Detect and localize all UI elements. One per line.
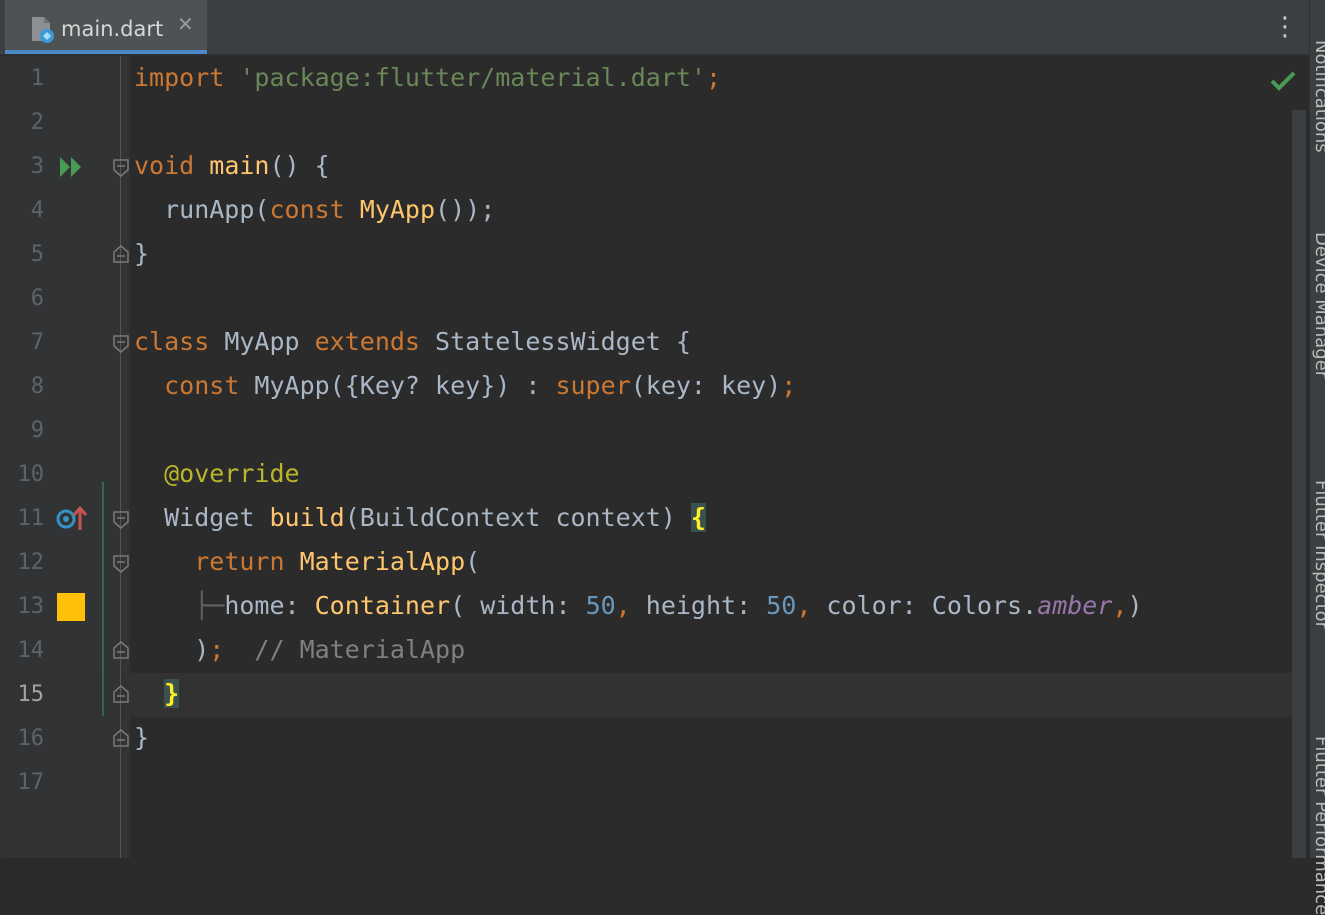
line-number: 13 [17,594,45,619]
code-line-2: 2 [0,100,1292,144]
code-line-10: 10 @override [0,452,1292,496]
line-number: 2 [30,110,44,135]
line-number: 14 [17,638,45,663]
line-number: 9 [30,418,44,443]
editor-tab-bar: main.dart ✕ ⋮ [0,0,1309,55]
fold-open-icon[interactable] [112,334,130,354]
code-line-17: 17 [0,760,1292,804]
line-number: 12 [17,550,45,575]
fold-close-icon[interactable] [112,684,130,704]
fold-close-icon[interactable] [112,640,130,660]
fold-close-icon[interactable] [112,728,130,748]
line-number: 11 [17,506,45,531]
code-line-8: 8 const MyApp({Key? key}) : super(key: k… [0,364,1292,408]
color-swatch-icon[interactable] [57,593,85,621]
code-text: } [134,239,150,268]
flutter-inspector-tool-button[interactable]: Flutter Inspector [1311,480,1325,629]
device-manager-tool-button[interactable]: Device Manager [1311,232,1325,378]
code-text: Widget build(BuildContext context) { [134,503,706,532]
line-number: 15 [17,682,45,707]
code-text: void main() { [134,151,330,180]
line-number: 5 [30,242,44,267]
more-vertical-icon[interactable]: ⋮ [1272,10,1298,44]
code-line-11: 11 Widget build(BuildContext context) { [0,496,1292,540]
tab-main-dart[interactable]: main.dart ✕ [5,0,207,54]
line-number: 8 [30,374,44,399]
tab-label: main.dart [61,17,164,41]
override-method-icon[interactable] [55,504,87,532]
code-line-12: 12 return MaterialApp( [0,540,1292,584]
code-line-7: 7 class MyApp extends StatelessWidget { [0,320,1292,364]
code-line-13: 13 ├─home: Container( width: 50, height:… [0,584,1292,628]
dart-file-icon [32,17,54,43]
line-number: 6 [30,286,44,311]
fold-open-icon[interactable] [112,554,130,574]
code-line-14: 14 ); // MaterialApp [0,628,1292,672]
code-text: ); // MaterialApp [134,635,466,664]
code-line-16: 16 } [0,716,1292,760]
code-line-3: 3 void main() { [0,144,1292,188]
code-line-5: 5 } [0,232,1292,276]
fold-close-icon[interactable] [112,244,130,264]
code-text: class MyApp extends StatelessWidget { [134,327,691,356]
line-number: 17 [17,770,45,795]
flutter-performance-tool-button[interactable]: Flutter Performance [1311,736,1325,915]
line-number: 16 [17,726,45,751]
line-number: 3 [30,154,44,179]
code-text: @override [134,459,300,488]
code-text: } [164,679,180,708]
line-number: 4 [30,198,44,223]
vertical-scrollbar[interactable] [1292,110,1306,858]
code-text: runApp(const MyApp()); [134,195,496,224]
code-line-15: 15 } [0,672,1292,716]
code-line-9: 9 [0,408,1292,452]
run-gutter-icon[interactable] [58,154,86,180]
code-text: import 'package:flutter/material.dart'; [134,63,722,92]
code-text: } [134,723,150,752]
code-line-1: 1 import 'package:flutter/material.dart'… [0,56,1292,100]
no-problems-check-icon[interactable] [1268,66,1298,96]
close-icon[interactable]: ✕ [177,14,194,34]
code-line-4: 4 runApp(const MyApp()); [0,188,1292,232]
notifications-tool-button[interactable]: Notifications [1311,40,1325,153]
code-line-6: 6 [0,276,1292,320]
fold-open-icon[interactable] [112,510,130,530]
line-number: 7 [30,330,44,355]
fold-open-icon[interactable] [112,158,130,178]
code-text: const MyApp({Key? key}) : super(key: key… [164,371,797,400]
code-text: ├─home: Container( width: 50, height: 50… [134,591,1143,620]
line-number: 10 [17,462,45,487]
code-text: return MaterialApp( [194,547,481,576]
line-number: 1 [30,66,44,91]
